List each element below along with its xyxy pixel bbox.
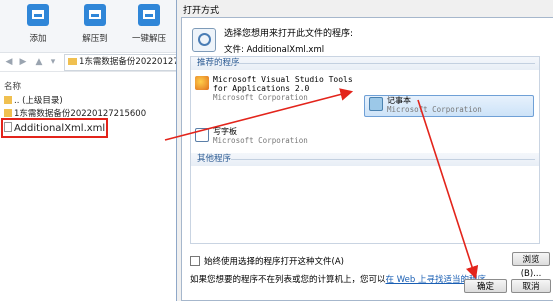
red-highlight-box: [1, 118, 108, 138]
folder-icon: [68, 58, 77, 65]
notepad-icon: [369, 97, 383, 111]
dropdown-arrow-icon[interactable]: ▾: [48, 56, 58, 68]
column-header-name[interactable]: 名称: [4, 80, 21, 92]
extract-icon: [84, 4, 106, 26]
program-wordpad[interactable]: 写字板 Microsoft Corporation: [195, 127, 355, 145]
dialog-body: 选择您想用来打开此文件的程序: 文件: AdditionalXml.xml 推荐…: [181, 17, 553, 301]
address-bar: ◀ ▶ ▲ ▾ 1东需数据备份20220127: [0, 53, 180, 72]
file-name-line: 文件: AdditionalXml.xml: [224, 45, 325, 55]
recommended-programs-header: 推荐的程序: [191, 57, 539, 70]
up-arrow-icon[interactable]: ▲: [34, 56, 44, 68]
toolbar: 添加 解压到 一键解压: [0, 0, 178, 53]
back-arrow-icon[interactable]: ◀: [4, 56, 14, 68]
one-click-extract-icon: [138, 4, 160, 26]
list-item[interactable]: .. (上级目录): [4, 95, 63, 107]
help-note: 如果您想要的程序不在列表或您的计算机上，您可以在 Web 上寻找适当的程序。: [190, 275, 494, 285]
folder-icon: [4, 109, 12, 117]
open-with-dialog: 打开方式 选择您想用来打开此文件的程序: 文件: AdditionalXml.x…: [176, 0, 553, 301]
vs-tools-icon: [195, 76, 209, 90]
always-use-label: 始终使用选择的程序打开这种文件(A): [204, 257, 344, 267]
wordpad-icon: [195, 128, 209, 142]
dialog-title: 打开方式: [183, 6, 220, 16]
browse-button[interactable]: 浏览(B)...: [512, 252, 550, 279]
cancel-button[interactable]: 取消: [511, 279, 551, 293]
file-manager-panel: 添加 解压到 一键解压 ◀ ▶ ▲ ▾ 1东需数据备份20220127 名称 .…: [0, 0, 180, 301]
program-vs-tools[interactable]: Microsoft Visual Studio Tools for Applic…: [195, 75, 355, 102]
ok-button[interactable]: 确定: [464, 279, 507, 293]
program-list[interactable]: 推荐的程序 Microsoft Visual Studio Tools for …: [190, 56, 540, 244]
extract-to-button[interactable]: 解压到: [77, 4, 113, 44]
folder-up-icon: [4, 96, 12, 104]
add-button[interactable]: 添加: [20, 4, 56, 44]
instruction-text: 选择您想用来打开此文件的程序:: [224, 29, 354, 39]
one-click-extract-button[interactable]: 一键解压: [131, 4, 167, 44]
path-field[interactable]: 1东需数据备份20220127: [64, 54, 180, 71]
add-icon: [27, 4, 49, 26]
search-program-icon: [192, 28, 216, 52]
always-use-checkbox[interactable]: [190, 256, 200, 266]
other-programs-header[interactable]: 其他程序: [191, 153, 539, 166]
forward-arrow-icon[interactable]: ▶: [18, 56, 28, 68]
program-notepad[interactable]: 记事本 Microsoft Corporation: [369, 96, 534, 114]
